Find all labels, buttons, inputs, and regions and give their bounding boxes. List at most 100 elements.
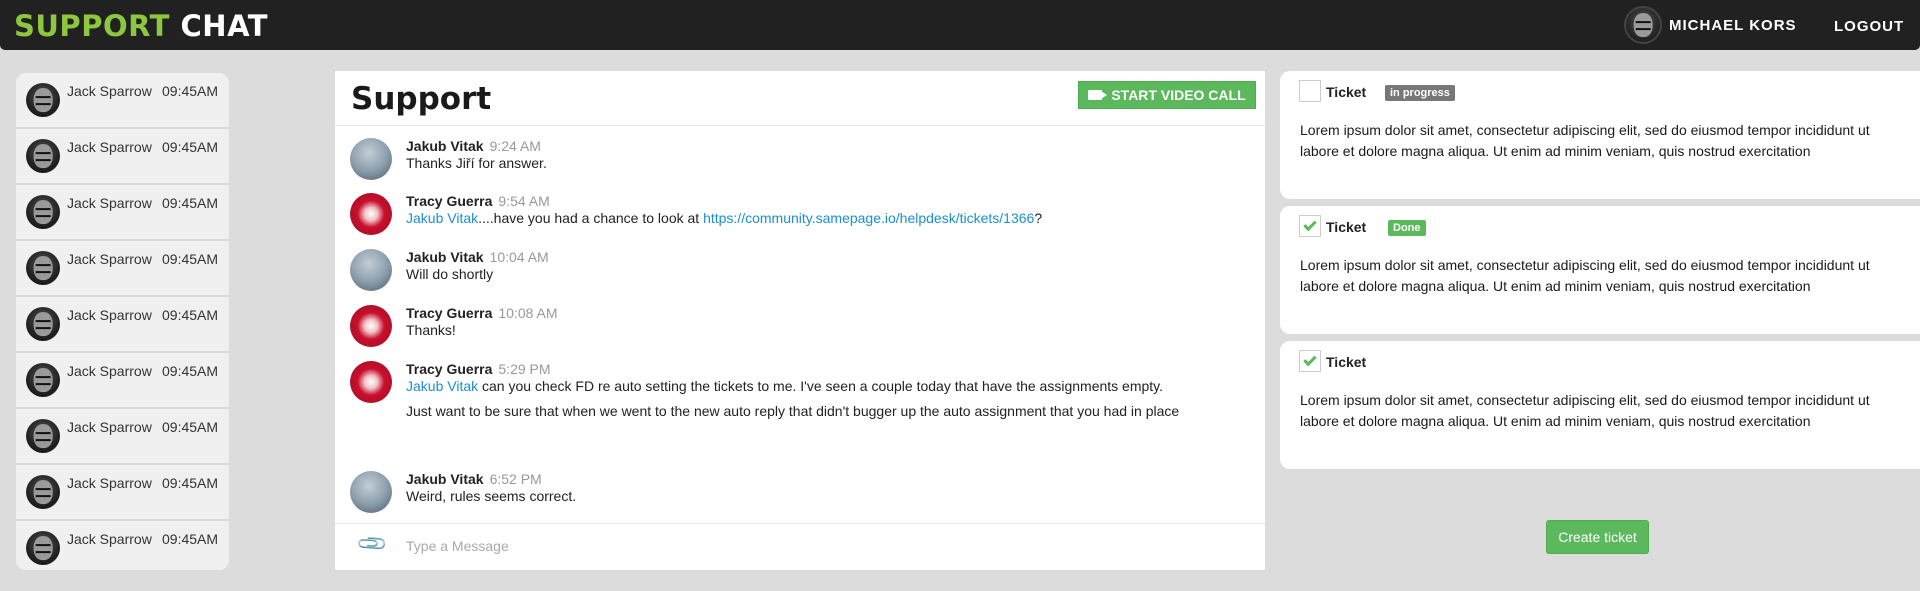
message-author[interactable]: Tracy Guerra	[406, 305, 492, 321]
contact-item[interactable]: Jack Sparrow 09:45AM	[16, 521, 229, 570]
message-author[interactable]: Tracy Guerra	[406, 361, 492, 377]
contact-name: Jack Sparrow	[67, 139, 152, 155]
top-navbar: SUPPORT CHAT MICHAEL KORS LOGOUT	[0, 0, 1920, 50]
message-text-mid: ....have you had a chance to look at	[478, 210, 704, 226]
message-time: 6:52 PM	[489, 471, 542, 487]
contact-list: Jack Sparrow 09:45AM Jack Sparrow 09:45A…	[16, 73, 229, 570]
message-time: 9:24 AM	[489, 138, 541, 154]
contact-item[interactable]: Jack Sparrow 09:45AM	[16, 297, 229, 353]
message-text: Will do shortly	[406, 266, 494, 282]
message-author[interactable]: Jakub Vitak	[406, 471, 484, 487]
contact-time: 09:45AM	[162, 307, 219, 323]
contact-item[interactable]: Jack Sparrow 09:45AM	[16, 353, 229, 409]
contact-name: Jack Sparrow	[67, 251, 152, 267]
message-time: 5:29 PM	[498, 361, 551, 377]
user-menu[interactable]: MICHAEL KORS	[1624, 6, 1797, 44]
ticket-checkbox[interactable]	[1299, 350, 1321, 372]
contact-time: 09:45AM	[162, 139, 219, 155]
message-text: Jakub Vitak can you check FD re auto set…	[406, 379, 1246, 394]
mention-link[interactable]: Jakub Vitak	[406, 378, 478, 394]
avatar	[26, 363, 60, 397]
user-avatar	[1624, 6, 1662, 44]
avatar	[350, 138, 392, 180]
contact-time: 09:45AM	[162, 195, 219, 211]
ticket-description: Lorem ipsum dolor sit amet, consectetur …	[1300, 122, 1870, 159]
avatar	[26, 139, 60, 173]
message-author[interactable]: Tracy Guerra	[406, 193, 492, 209]
avatar	[26, 195, 60, 229]
avatar	[26, 531, 60, 565]
avatar	[26, 307, 60, 341]
ticket-description: Lorem ipsum dolor sit amet, consectetur …	[1300, 257, 1870, 294]
contact-name: Jack Sparrow	[67, 419, 152, 435]
ticket-label: Ticket	[1326, 219, 1367, 235]
brand-chat: CHAT	[180, 9, 269, 43]
mention-link[interactable]: Jakub Vitak	[406, 210, 478, 226]
contact-time: 09:45AM	[162, 531, 219, 547]
status-badge: in progress	[1385, 85, 1455, 101]
message-text: Thanks Jiří for answer.	[406, 155, 547, 171]
message-time: 9:54 AM	[498, 193, 550, 209]
contact-name: Jack Sparrow	[67, 475, 152, 491]
brand-support: SUPPORT	[14, 9, 170, 43]
status-badge: Done	[1388, 220, 1426, 236]
contact-time: 09:45AM	[162, 475, 219, 491]
checkmark-icon	[1303, 352, 1317, 367]
ticket-checkbox[interactable]	[1299, 80, 1321, 102]
paperclip-icon[interactable]: 📎	[356, 528, 389, 561]
avatar	[350, 249, 392, 291]
message-author[interactable]: Jakub Vitak	[406, 249, 484, 265]
message-text-end: ?	[1034, 210, 1043, 226]
message-author[interactable]: Jakub Vitak	[406, 138, 484, 154]
ticket-checkbox[interactable]	[1299, 215, 1321, 237]
checkmark-icon	[1303, 217, 1317, 232]
avatar	[350, 305, 392, 347]
contact-time: 09:45AM	[162, 83, 219, 99]
message-text: Thanks!	[406, 322, 456, 338]
avatar	[26, 83, 60, 117]
divider	[335, 523, 1265, 524]
ticket-card: Ticket Done Lorem ipsum dolor sit amet, …	[1280, 206, 1920, 334]
message-time: 10:04 AM	[489, 249, 549, 265]
contact-name: Jack Sparrow	[67, 363, 152, 379]
chat-panel: Support START VIDEO CALL Jakub Vitak 9:24…	[335, 71, 1265, 570]
message-text-body: can you check FD re auto setting the tic…	[478, 378, 1164, 394]
contact-item[interactable]: Jack Sparrow 09:45AM	[16, 465, 229, 521]
avatar	[26, 475, 60, 509]
video-call-label: START VIDEO CALL	[1111, 87, 1246, 103]
contact-item[interactable]: Jack Sparrow 09:45AM	[16, 185, 229, 241]
message-text-followup: Just want to be sure that when we went t…	[406, 403, 1180, 419]
start-video-call-button[interactable]: START VIDEO CALL	[1078, 81, 1256, 109]
message-input[interactable]	[406, 534, 1236, 558]
contact-item[interactable]: Jack Sparrow 09:45AM	[16, 241, 229, 297]
contact-time: 09:45AM	[162, 251, 219, 267]
create-ticket-button[interactable]: Create ticket	[1546, 520, 1649, 554]
ticket-label: Ticket	[1326, 354, 1367, 370]
contact-item[interactable]: Jack Sparrow 09:45AM	[16, 129, 229, 185]
ticket-label: Ticket	[1326, 84, 1367, 100]
ticket-description: Lorem ipsum dolor sit amet, consectetur …	[1300, 392, 1870, 429]
contact-name: Jack Sparrow	[67, 83, 152, 99]
avatar	[350, 471, 392, 513]
ticket-card: Ticket in progress Lorem ipsum dolor sit…	[1280, 71, 1920, 199]
contact-time: 09:45AM	[162, 363, 219, 379]
user-name: MICHAEL KORS	[1669, 16, 1797, 34]
avatar	[350, 361, 392, 403]
chat-title: Support	[351, 81, 492, 117]
contact-item[interactable]: Jack Sparrow 09:45AM	[16, 73, 229, 129]
contact-item[interactable]: Jack Sparrow 09:45AM	[16, 409, 229, 465]
app-logo[interactable]: SUPPORT CHAT	[14, 9, 268, 43]
logout-button[interactable]: LOGOUT	[1834, 18, 1904, 35]
message-time: 10:08 AM	[498, 305, 558, 321]
ticket-url-link[interactable]: https://community.samepage.io/helpdesk/t…	[703, 210, 1034, 226]
contact-name: Jack Sparrow	[67, 195, 152, 211]
message-text: Weird, rules seems correct.	[406, 488, 577, 504]
divider	[335, 125, 1265, 126]
avatar	[26, 251, 60, 285]
contact-time: 09:45AM	[162, 419, 219, 435]
ticket-card: Ticket Lorem ipsum dolor sit amet, conse…	[1280, 341, 1920, 469]
video-camera-icon	[1088, 90, 1103, 100]
avatar	[350, 193, 392, 235]
contact-name: Jack Sparrow	[67, 307, 152, 323]
message-text: Jakub Vitak....have you had a chance to …	[406, 211, 1246, 226]
